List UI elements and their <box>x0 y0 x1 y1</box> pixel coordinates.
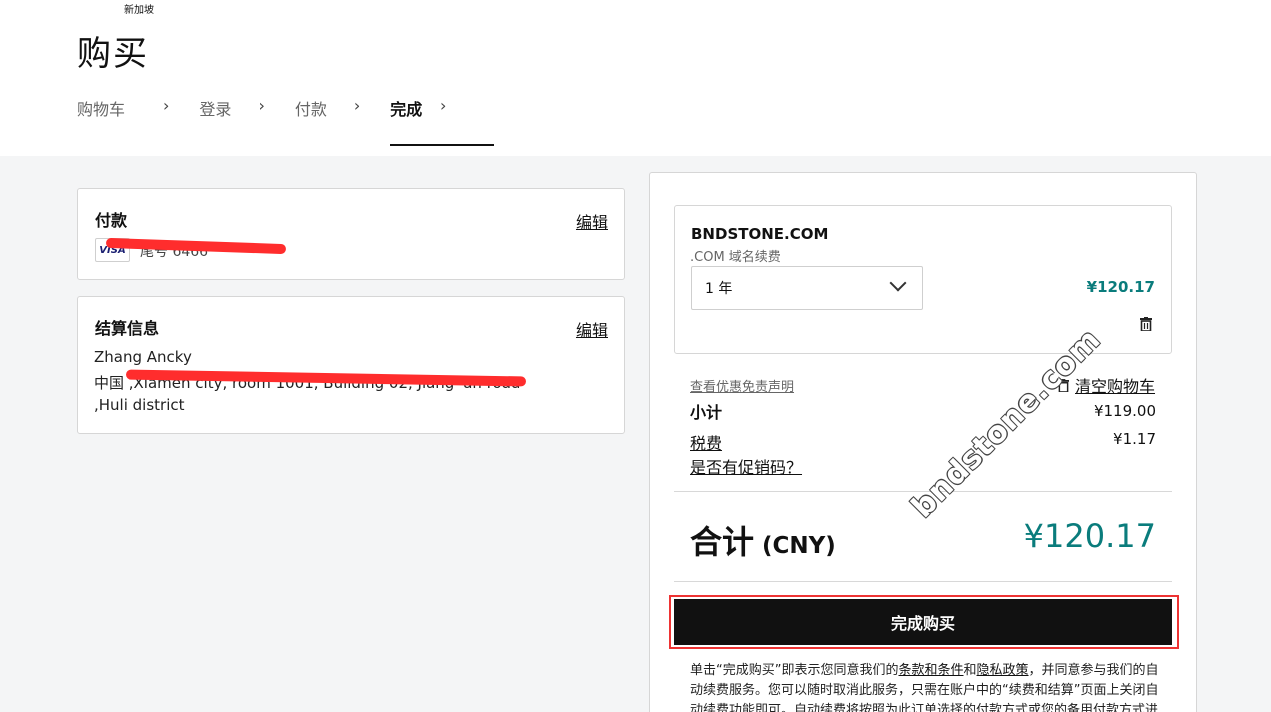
payment-card-title: 付款 <box>95 211 128 230</box>
edit-payment-link[interactable]: 编辑 <box>576 209 608 233</box>
terms-text: 单击“完成购买”即表示您同意我们的条款和条件和隐私政策，并同意参与我们的自动续费… <box>690 661 1160 712</box>
page-header: 新加坡 购买 购物车 › 登录 › 付款 › 完成 › <box>0 0 1271 156</box>
subtotal-value: ¥119.00 <box>1093 402 1156 420</box>
edit-billing-link[interactable]: 编辑 <box>576 317 608 341</box>
step-login[interactable]: 登录 <box>199 96 231 120</box>
tax-value: ¥1.17 <box>1113 430 1156 448</box>
privacy-link[interactable]: 隐私政策 <box>977 663 1029 678</box>
chevron-right-icon: › <box>163 96 170 115</box>
trash-icon[interactable] <box>1140 317 1152 331</box>
disclaimer-link[interactable]: 查看优惠免责声明 <box>690 376 794 395</box>
clear-cart-label: 清空购物车 <box>1075 377 1156 396</box>
billing-card: 结算信息 编辑 Zhang Ancky 中国 ,Xiamen city, roo… <box>77 296 625 434</box>
tax-link[interactable]: 税费 <box>690 430 722 454</box>
item-name: BNDSTONE.COM <box>691 225 829 243</box>
chevron-down-icon <box>889 274 907 292</box>
chevron-right-icon: › <box>353 96 361 115</box>
cart-item: BNDSTONE.COM .COM 域名续费 1 年 ¥120.17 <box>674 205 1172 354</box>
term-select-value: 1 年 <box>705 281 733 297</box>
order-summary: BNDSTONE.COM .COM 域名续费 1 年 ¥120.17 查看优惠免… <box>649 172 1197 712</box>
total-value: ¥120.17 <box>1023 517 1156 555</box>
chevron-right-icon: › <box>258 96 265 115</box>
step-cart[interactable]: 购物车 <box>77 96 125 120</box>
terms-link[interactable]: 条款和条件 <box>898 663 963 678</box>
billing-name: Zhang Ancky <box>94 348 192 366</box>
divider <box>674 581 1172 582</box>
terms-prefix: 单击“完成购买”即表示您同意我们的 <box>690 663 899 678</box>
billing-card-title: 结算信息 <box>95 319 160 338</box>
total-label: 合计 (CNY) <box>690 517 836 563</box>
payment-card: 付款 编辑 VISA 尾号 6466 <box>77 188 625 280</box>
region-label: 新加坡 <box>124 5 154 16</box>
subtotal-label: 小计 <box>690 403 723 422</box>
total-currency: (CNY) <box>762 533 836 559</box>
chevron-right-icon: › <box>440 96 447 115</box>
item-price: ¥120.17 <box>1086 278 1155 296</box>
complete-purchase-button[interactable]: 完成购买 <box>674 599 1172 645</box>
billing-address-line2: ,Huli district <box>94 396 185 414</box>
promo-code-link[interactable]: 是否有促销码？ <box>690 454 802 478</box>
total-label-text: 合计 <box>690 523 755 561</box>
terms-and: 和 <box>963 663 977 678</box>
step-payment[interactable]: 付款 <box>295 96 327 120</box>
term-select[interactable]: 1 年 <box>691 266 923 310</box>
item-description: .COM 域名续费 <box>690 250 781 265</box>
checkout-steps: 购物车 › 登录 › 付款 › 完成 <box>77 96 495 146</box>
page-title: 购买 <box>77 34 149 74</box>
